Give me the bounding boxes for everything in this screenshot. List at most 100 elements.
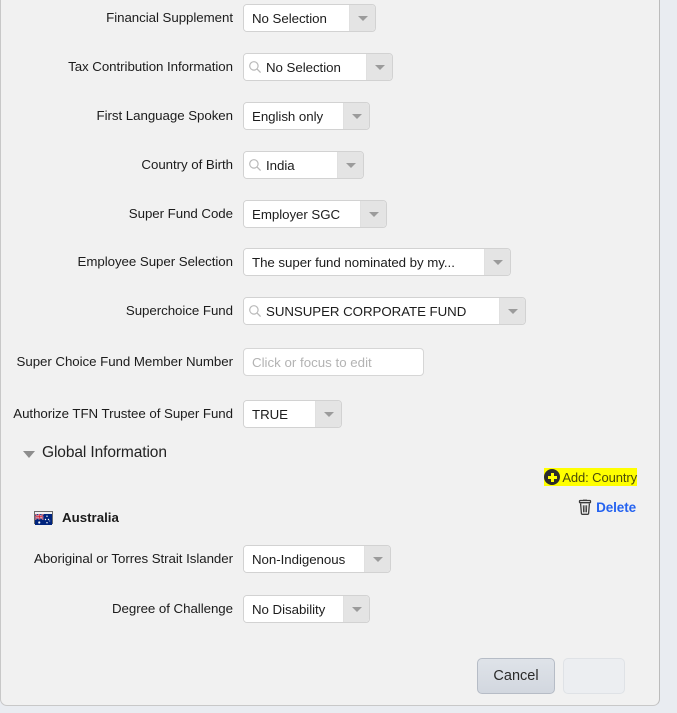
plus-circle-icon [544,469,561,485]
section-title: Global Information [42,444,167,461]
dropdown-aboriginal-or-torres-strait-islander[interactable]: Non-Indigenous [243,545,391,573]
field-control-superchoice-fund: SUNSUPER CORPORATE FUND [243,297,526,325]
country-name: Australia [62,510,119,525]
dropdown-super-fund-code[interactable]: Employer SGC [243,200,387,228]
dropdown-toggle-financial-supplement[interactable] [349,5,375,31]
form-row-aboriginal-or-torres-strait-islander: Aboriginal or Torres Strait Islander Non-… [1,545,641,573]
window-gutter [662,0,677,713]
dropdown-superchoice-fund[interactable]: SUNSUPER CORPORATE FUND [243,297,526,325]
field-label-country-of-birth: Country of Birth [141,157,233,172]
dropdown-country-of-birth[interactable]: India [243,151,364,179]
field-control-degree-of-challenge: No Disability [243,595,370,623]
search-icon [248,158,262,172]
field-control-employee-super-selection: The super fund nominated by my... [243,248,511,276]
dropdown-first-language-spoken[interactable]: English only [243,102,370,130]
form-row-financial-supplement: Financial Supplement No Selection [1,4,641,32]
chevron-down-icon [323,411,334,417]
cancel-button[interactable]: Cancel [477,658,555,694]
chevron-down-icon [374,64,385,70]
search-icon [248,60,262,74]
dropdown-tax-contribution-information[interactable]: No Selection [243,53,393,81]
dropdown-toggle-superchoice-fund[interactable] [499,298,525,324]
field-label-tax-contribution-information: Tax Contribution Information [68,59,233,74]
field-label-first-language-spoken: First Language Spoken [96,108,234,123]
field-control-country-of-birth: India [243,151,364,179]
chevron-down-icon [507,308,518,314]
form-row-super-fund-code: Super Fund Code Employer SGC [1,200,641,228]
field-label-authorize-tfn-trustee-of-super-fund: Authorize TFN Trustee of Super Fund [13,406,233,421]
field-label-financial-supplement: Financial Supplement [106,10,233,25]
country-row: Australia [34,510,119,525]
chevron-down-icon [351,606,362,612]
dropdown-value-authorize-tfn-trustee-of-super-fund[interactable]: TRUE [244,401,315,427]
dropdown-value-text: Non-Indigenous [252,551,346,567]
dropdown-value-text: SUNSUPER CORPORATE FUND [266,303,467,319]
dropdown-toggle-degree-of-challenge[interactable] [343,596,369,622]
field-control-financial-supplement: No Selection [243,4,376,32]
dropdown-value-aboriginal-or-torres-strait-islander[interactable]: Non-Indigenous [244,546,364,572]
field-label-employee-super-selection: Employee Super Selection [77,254,234,269]
field-label-aboriginal-or-torres-strait-islander: Aboriginal or Torres Strait Islander [34,551,233,566]
dropdown-value-text: The super fund nominated by my... [252,254,455,270]
australia-flag-icon [34,511,53,525]
field-control-tax-contribution-information: No Selection [243,53,393,81]
dropdown-toggle-employee-super-selection[interactable] [484,249,510,275]
dropdown-value-text: No Selection [266,59,341,75]
section-header-global-information[interactable]: Global Information [23,444,167,462]
form-row-employee-super-selection: Employee Super Selection The super fund n… [1,248,641,276]
form-row-authorize-tfn-trustee-of-super-fund: Authorize TFN Trustee of Super Fund TRUE [1,400,641,428]
dropdown-authorize-tfn-trustee-of-super-fund[interactable]: TRUE [243,400,342,428]
chevron-down-icon [372,556,383,562]
add-country-label: Add: Country [562,469,637,485]
dropdown-financial-supplement[interactable]: No Selection [243,4,376,32]
trash-icon [578,499,592,515]
dropdown-value-first-language-spoken[interactable]: English only [244,103,343,129]
field-control-aboriginal-or-torres-strait-islander: Non-Indigenous [243,545,391,573]
dropdown-toggle-authorize-tfn-trustee-of-super-fund[interactable] [315,401,341,427]
secondary-button[interactable] [563,658,625,694]
field-control-super-choice-fund-member-number [243,348,424,376]
field-control-authorize-tfn-trustee-of-super-fund: TRUE [243,400,342,428]
form-row-country-of-birth: Country of Birth India [1,151,641,179]
dialog-footer: Cancel [1,658,641,694]
form-row-first-language-spoken: First Language Spoken English only [1,102,641,130]
delete-country-link[interactable]: Delete [578,499,636,515]
dropdown-value-text: No Disability [252,601,326,617]
field-label-super-choice-fund-member-number: Super Choice Fund Member Number [16,354,234,369]
add-country-link[interactable]: Add: Country [544,468,637,486]
dropdown-toggle-aboriginal-or-torres-strait-islander[interactable] [364,546,390,572]
chevron-down-icon [368,211,379,217]
dropdown-value-tax-contribution-information[interactable]: No Selection [244,54,366,80]
dropdown-value-text: India [266,157,295,173]
chevron-down-icon [345,162,356,168]
dropdown-value-super-fund-code[interactable]: Employer SGC [244,201,360,227]
dropdown-employee-super-selection[interactable]: The super fund nominated by my... [243,248,511,276]
chevron-down-icon [492,259,503,265]
form-row-tax-contribution-information: Tax Contribution Information No Selection [1,53,641,81]
search-icon [248,304,262,318]
dropdown-value-degree-of-challenge[interactable]: No Disability [244,596,343,622]
dropdown-value-text: No Selection [252,10,327,26]
dropdown-value-financial-supplement[interactable]: No Selection [244,5,349,31]
dropdown-toggle-country-of-birth[interactable] [337,152,363,178]
field-control-super-fund-code: Employer SGC [243,200,387,228]
triangle-down-icon[interactable] [23,450,35,458]
chevron-down-icon [357,15,368,21]
dropdown-value-text: TRUE [252,406,288,422]
field-label-super-fund-code: Super Fund Code [128,206,233,221]
dropdown-toggle-tax-contribution-information[interactable] [366,54,392,80]
dropdown-degree-of-challenge[interactable]: No Disability [243,595,370,623]
field-label-superchoice-fund: Superchoice Fund [125,303,233,318]
input-super-choice-fund-member-number[interactable] [243,348,424,376]
dropdown-value-superchoice-fund[interactable]: SUNSUPER CORPORATE FUND [244,298,499,324]
dropdown-value-text: Employer SGC [252,206,341,222]
dropdown-toggle-super-fund-code[interactable] [360,201,386,227]
chevron-down-icon [351,113,362,119]
form-row-degree-of-challenge: Degree of Challenge No Disability [1,595,641,623]
dropdown-value-text: English only [252,108,324,124]
dropdown-value-country-of-birth[interactable]: India [244,152,337,178]
dropdown-toggle-first-language-spoken[interactable] [343,103,369,129]
field-control-first-language-spoken: English only [243,102,370,130]
dropdown-value-employee-super-selection[interactable]: The super fund nominated by my... [244,249,484,275]
employee-details-panel: Financial Supplement No Selection Tax Cont… [0,0,660,706]
